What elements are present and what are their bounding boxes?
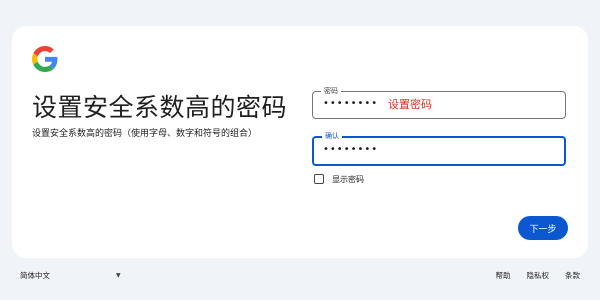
confirm-value: •••••••• xyxy=(323,144,379,155)
page-subtitle: 设置安全系数高的密码（使用字母、数字和符号的组合） xyxy=(32,129,258,139)
show-password-label: 显示密码 xyxy=(332,174,364,184)
google-logo-icon xyxy=(32,46,58,72)
caret-down-icon: ▼ xyxy=(116,272,121,279)
password-label: 密码 xyxy=(321,86,341,96)
footer: 简体中文 ▼ 帮助 隐私权 条款 xyxy=(0,270,600,284)
language-selector[interactable]: 简体中文 ▼ xyxy=(20,270,121,281)
confirm-password-field[interactable]: 确认 •••••••• xyxy=(312,131,566,166)
help-link[interactable]: 帮助 xyxy=(496,270,511,281)
terms-link[interactable]: 条款 xyxy=(565,270,580,281)
password-annotation: 设置密码 xyxy=(388,98,432,111)
next-button[interactable]: 下一步 xyxy=(518,216,568,240)
signup-card: 设置安全系数高的密码 设置安全系数高的密码（使用字母、数字和符号的组合） 密码 … xyxy=(12,26,588,258)
show-password-toggle[interactable]: 显示密码 xyxy=(314,172,364,186)
privacy-link[interactable]: 隐私权 xyxy=(527,270,550,281)
confirm-label: 确认 xyxy=(322,131,342,141)
page-title: 设置安全系数高的密码 xyxy=(32,93,288,122)
password-value: •••••••• xyxy=(323,98,379,109)
footer-links: 帮助 隐私权 条款 xyxy=(496,270,581,281)
language-label: 简体中文 xyxy=(20,271,50,280)
show-password-checkbox[interactable] xyxy=(314,174,324,184)
password-field[interactable]: 密码 •••••••• 设置密码 xyxy=(312,86,566,119)
